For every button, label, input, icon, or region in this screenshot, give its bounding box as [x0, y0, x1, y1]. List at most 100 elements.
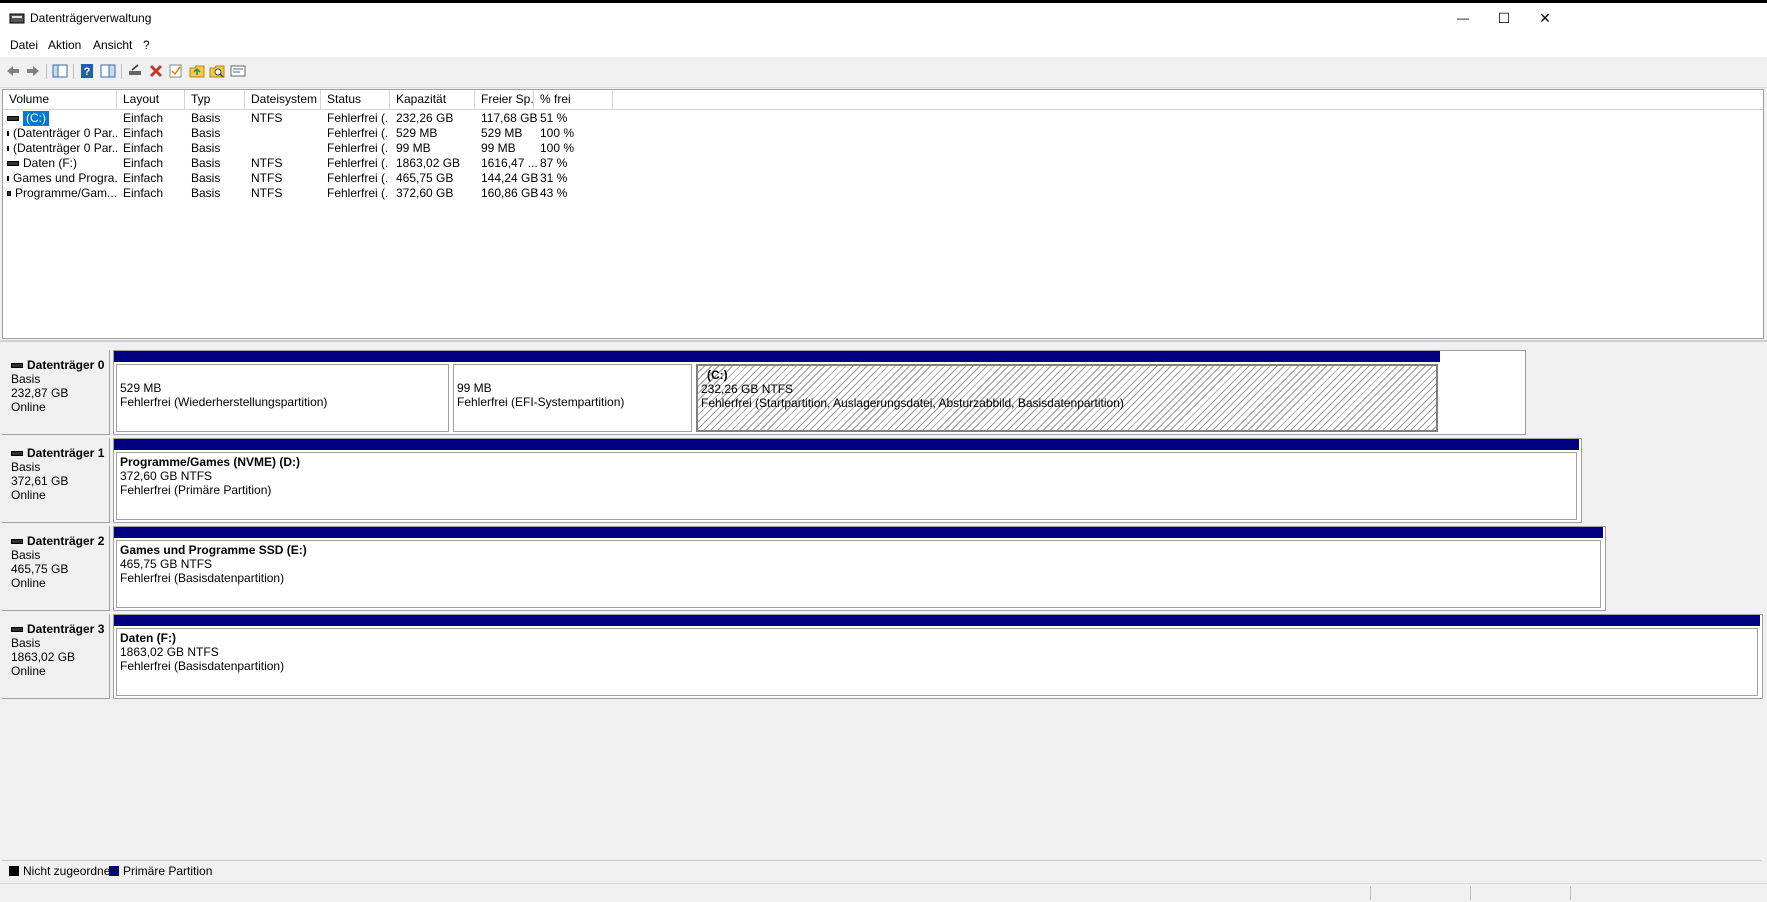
menu-aktion[interactable]: Aktion: [48, 38, 81, 52]
disk-graphical-view: Datenträger 0 Basis 232,87 GB Online 529…: [0, 340, 1767, 859]
volume-capacity: 372,60 GB: [396, 186, 454, 200]
partition-status: Fehlerfrei (Basisdatenpartition): [120, 659, 285, 673]
volume-icon: [7, 161, 19, 166]
volume-icon: [7, 191, 11, 196]
disk-icon: [11, 450, 23, 456]
disk-state: Online: [11, 576, 46, 590]
menu-ansicht[interactable]: Ansicht: [93, 38, 132, 52]
console-tree-icon[interactable]: [52, 63, 68, 79]
partition-c[interactable]: (C:) 232,26 GB NTFS Fehlerfrei (Startpar…: [694, 351, 1440, 434]
maximize-button[interactable]: ☐: [1481, 3, 1527, 33]
partition-recovery[interactable]: 529 MB Fehlerfrei (Wiederherstellungspar…: [114, 351, 451, 434]
partition-size: 372,60 GB NTFS: [120, 469, 213, 483]
volume-percent-free: 43 %: [540, 186, 568, 200]
volume-icon: [7, 116, 19, 121]
forward-icon[interactable]: [25, 63, 41, 79]
disk-name: Datenträger 3: [27, 622, 105, 636]
window-title: Datenträgerverwaltung: [30, 11, 152, 25]
partition-bar: [694, 351, 1440, 362]
partition-size: 99 MB: [457, 381, 492, 395]
disk-state: Online: [11, 488, 46, 502]
disk-type: Basis: [11, 636, 41, 650]
legend-unallocated-label: Nicht zugeordnet: [23, 864, 114, 878]
delete-icon[interactable]: [148, 63, 164, 79]
minimize-icon: —: [1457, 11, 1469, 25]
volume-name: (C:): [23, 111, 49, 126]
volume-name: Programme/Gam...: [14, 186, 117, 200]
disk-icon: [11, 626, 23, 632]
partition-efi[interactable]: 99 MB Fehlerfrei (EFI-Systempartition): [451, 351, 694, 434]
column-header-freier-speicher[interactable]: Freier Sp...: [475, 90, 534, 109]
column-header-typ[interactable]: Typ: [185, 90, 245, 109]
check-icon[interactable]: [168, 63, 184, 79]
partition-bar: [114, 615, 1760, 626]
disk-type: Basis: [11, 548, 41, 562]
properties-icon[interactable]: [230, 63, 246, 79]
partition-bar: [114, 439, 1579, 450]
disk-management-icon: [9, 13, 25, 24]
close-button[interactable]: ✕: [1522, 3, 1568, 33]
help-icon[interactable]: ?: [79, 63, 95, 79]
volume-layout: Einfach: [123, 186, 164, 200]
column-header-kapazitaet[interactable]: Kapazität: [390, 90, 475, 109]
disk-size: 232,87 GB: [11, 386, 69, 400]
column-header-layout[interactable]: Layout: [117, 90, 185, 109]
svg-text:?: ?: [84, 66, 91, 78]
partition-size: 465,75 GB NTFS: [120, 557, 213, 571]
partition-size: 529 MB: [120, 381, 162, 395]
partition-f[interactable]: Daten (F:) 1863,02 GB NTFS Fehlerfrei (B…: [114, 615, 1760, 698]
connect-disk-icon[interactable]: [127, 63, 143, 79]
partition-d[interactable]: Programme/Games (NVME) (D:) 372,60 GB NT…: [114, 439, 1579, 522]
search-icon[interactable]: [209, 63, 225, 79]
partition-status: Fehlerfrei (Basisdatenpartition): [120, 571, 285, 585]
legend-unallocated-swatch: [9, 866, 19, 876]
minimize-button[interactable]: —: [1440, 3, 1486, 33]
menu-bar: Datei Aktion Ansicht ?: [0, 33, 1767, 57]
menu-help[interactable]: ?: [143, 38, 150, 52]
partition-bar: [114, 351, 451, 362]
partition-name: (C:): [707, 368, 728, 382]
disk-type: Basis: [11, 372, 41, 386]
column-header-status[interactable]: Status: [321, 90, 390, 109]
volume-icon: [7, 176, 9, 181]
volume-list: Volume Layout Typ Dateisystem Status Kap…: [2, 89, 1764, 339]
disk-2-label[interactable]: Datenträger 2 Basis 465,75 GB Online: [2, 526, 110, 611]
partition-e[interactable]: Games und Programme SSD (E:) 465,75 GB N…: [114, 527, 1603, 610]
volume-icon: [7, 131, 9, 136]
partition-bar: [114, 527, 1603, 538]
legend: Nicht zugeordnet Primäre Partition: [2, 860, 1762, 881]
column-header-dateisystem[interactable]: Dateisystem: [245, 90, 321, 109]
disk-name: Datenträger 0: [27, 358, 105, 372]
legend-primary-label: Primäre Partition: [123, 864, 213, 878]
disk-management-window: Datenträgerverwaltung — ☐ ✕ Datei Aktion…: [0, 3, 1767, 902]
partition-name: Daten (F:): [120, 631, 176, 645]
back-icon[interactable]: [5, 63, 21, 79]
toolbar: ?: [0, 57, 1767, 88]
disk-size: 372,61 GB: [11, 474, 69, 488]
disk-3-label[interactable]: Datenträger 3 Basis 1863,02 GB Online: [2, 614, 110, 699]
volume-status: Fehlerfrei (...: [327, 186, 387, 200]
folder-up-icon[interactable]: [189, 63, 205, 79]
menu-datei[interactable]: Datei: [10, 38, 38, 52]
disk-size: 465,75 GB: [11, 562, 69, 576]
disk-0-label[interactable]: Datenträger 0 Basis 232,87 GB Online: [2, 350, 110, 435]
disk-state: Online: [11, 400, 46, 414]
action-pane-icon[interactable]: [100, 63, 116, 79]
disk-name: Datenträger 2: [27, 534, 105, 548]
volume-icon: [7, 146, 9, 151]
volume-row[interactable]: Programme/Gam... Einfach Basis NTFS Fehl…: [3, 185, 1763, 202]
column-header-prozent-frei[interactable]: % frei: [534, 90, 613, 109]
partition-size: 232,26 GB NTFS: [701, 382, 794, 396]
partition-status: Fehlerfrei (Primäre Partition): [120, 483, 272, 497]
disk-2-partitions: Games und Programme SSD (E:) 465,75 GB N…: [113, 526, 1606, 611]
disk-1-label[interactable]: Datenträger 1 Basis 372,61 GB Online: [2, 438, 110, 523]
partition-name: Games und Programme SSD (E:): [120, 543, 307, 557]
volume-free-space: 160,86 GB: [481, 186, 539, 200]
disk-size: 1863,02 GB: [11, 650, 76, 664]
column-header-volume[interactable]: Volume: [3, 90, 117, 109]
disk-0-partitions: 529 MB Fehlerfrei (Wiederherstellungspar…: [113, 350, 1526, 435]
disk-state: Online: [11, 664, 46, 678]
title-bar: Datenträgerverwaltung — ☐ ✕: [0, 3, 1767, 33]
volume-filesystem: NTFS: [251, 186, 283, 200]
partition-status: Fehlerfrei (Startpartition, Auslagerungs…: [701, 396, 1124, 410]
